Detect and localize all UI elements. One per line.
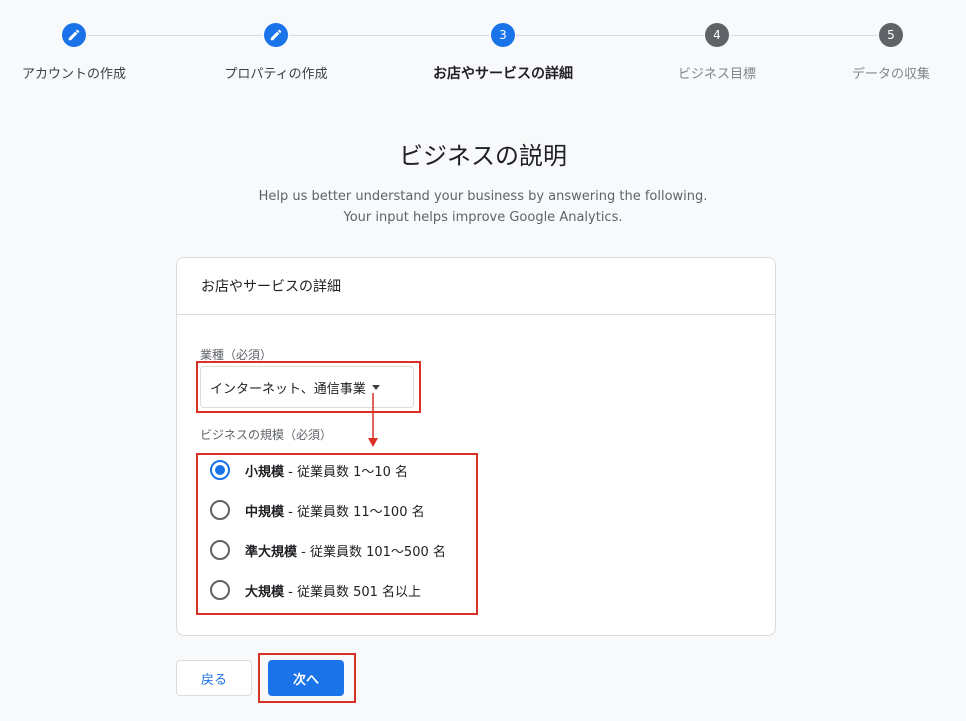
arrow-down-icon — [368, 393, 378, 447]
next-button[interactable]: 次へ — [268, 660, 344, 696]
back-button[interactable]: 戻る — [176, 660, 252, 696]
